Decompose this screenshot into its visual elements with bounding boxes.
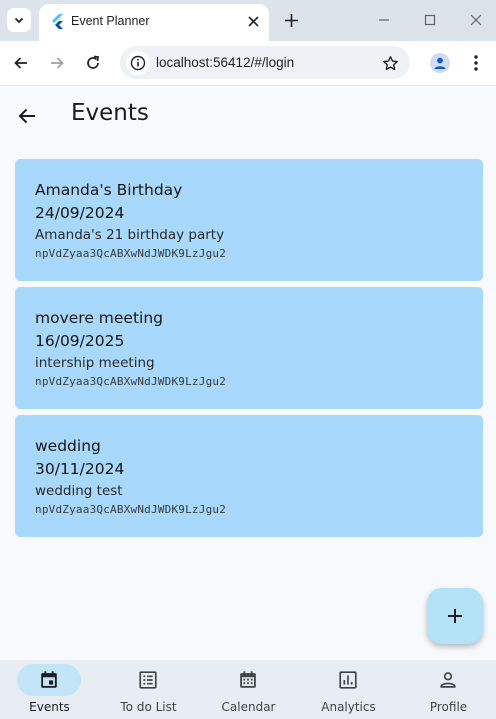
person-icon [440,672,456,688]
new-tab-button[interactable] [281,10,301,30]
minimize-window-icon[interactable] [376,12,392,28]
analytics-icon [339,671,357,689]
event-user-id: npVdZyaa3QcABXwNdJWDK9LzJgu2 [35,503,227,516]
forward-nav-button[interactable] [47,53,67,73]
info-icon [130,55,146,71]
nav-label: Analytics [321,700,376,714]
event-card[interactable]: wedding 30/11/2024 wedding test npVdZyaa… [15,415,483,537]
maximize-window-icon[interactable] [422,12,438,28]
plus-icon [448,609,462,623]
reload-icon [87,55,99,69]
plus-icon [284,13,298,27]
event-user-id: npVdZyaa3QcABXwNdJWDK9LzJgu2 [35,375,227,388]
close-window-icon[interactable] [468,12,484,28]
browser-toolbar: localhost:56412/#/login [0,41,496,86]
tab-search-button[interactable] [7,8,31,32]
nav-item-events[interactable]: Events [0,660,99,719]
browser-profile-button[interactable] [430,53,450,73]
nav-icon-container [116,664,180,696]
event-date: 24/09/2024 [35,204,125,222]
event-name: Amanda's Birthday [35,181,183,199]
event-description: intership meeting [35,355,155,371]
add-event-button[interactable] [427,588,483,644]
back-button[interactable] [14,103,40,129]
nav-icon-container [216,664,280,696]
nav-label: Profile [429,700,468,714]
arrow-left-icon [14,57,27,69]
nav-label: To do List [120,700,177,714]
bookmark-button[interactable] [380,53,400,73]
event-name: movere meeting [35,309,164,327]
arrow-right-icon [51,57,64,69]
app-window: Events Amanda's Birthday 24/09/2024 Aman… [0,87,496,719]
nav-label: Events [29,700,70,714]
event-name: wedding [35,437,101,455]
tab-close-button[interactable] [245,13,261,29]
reload-button[interactable] [83,53,103,73]
event-card[interactable]: Amanda's Birthday 24/09/2024 Amanda's 21… [15,159,483,281]
nav-active-indicator [17,664,81,696]
app-bar: Events [0,87,496,143]
nav-item-to-do-list[interactable]: To do List [99,660,198,719]
more-vert-icon [474,55,478,71]
list-icon [139,671,157,689]
event-date: 16/09/2025 [35,332,125,350]
browser-tab[interactable]: Event Planner [39,4,269,41]
browser-tab-strip: Event Planner [0,0,496,41]
event-description: wedding test [35,483,123,499]
nav-label: Calendar [221,700,276,714]
address-bar[interactable]: localhost:56412/#/login [120,46,410,79]
nav-icon-container [416,664,480,696]
browser-menu-button[interactable] [466,53,486,73]
url-text[interactable]: localhost:56412/#/login [156,55,294,70]
flutter-icon [52,14,63,29]
page-title: Events [71,100,149,126]
nav-icon-container [316,664,380,696]
close-icon [247,15,259,27]
event-list: Amanda's Birthday 24/09/2024 Amanda's 21… [15,159,483,543]
bottom-navigation: Events To do List Calendar Analytics Pro… [0,660,496,719]
nav-item-analytics[interactable]: Analytics [299,660,398,719]
event-date: 30/11/2024 [35,460,125,478]
person-icon [434,57,446,69]
tab-title: Event Planner [71,14,150,28]
event-user-id: npVdZyaa3QcABXwNdJWDK9LzJgu2 [35,247,227,260]
arrow-back-icon [18,108,35,124]
back-nav-button[interactable] [11,53,31,73]
event-description: Amanda's 21 birthday party [35,227,225,243]
site-info-button[interactable] [126,51,150,75]
event-icon [41,671,57,688]
nav-item-calendar[interactable]: Calendar [199,660,298,719]
calendar-icon [240,671,256,688]
chevron-down-icon [14,17,24,24]
event-card[interactable]: movere meeting 16/09/2025 intership meet… [15,287,483,409]
nav-item-profile[interactable]: Profile [399,660,496,719]
star-icon [382,55,398,70]
